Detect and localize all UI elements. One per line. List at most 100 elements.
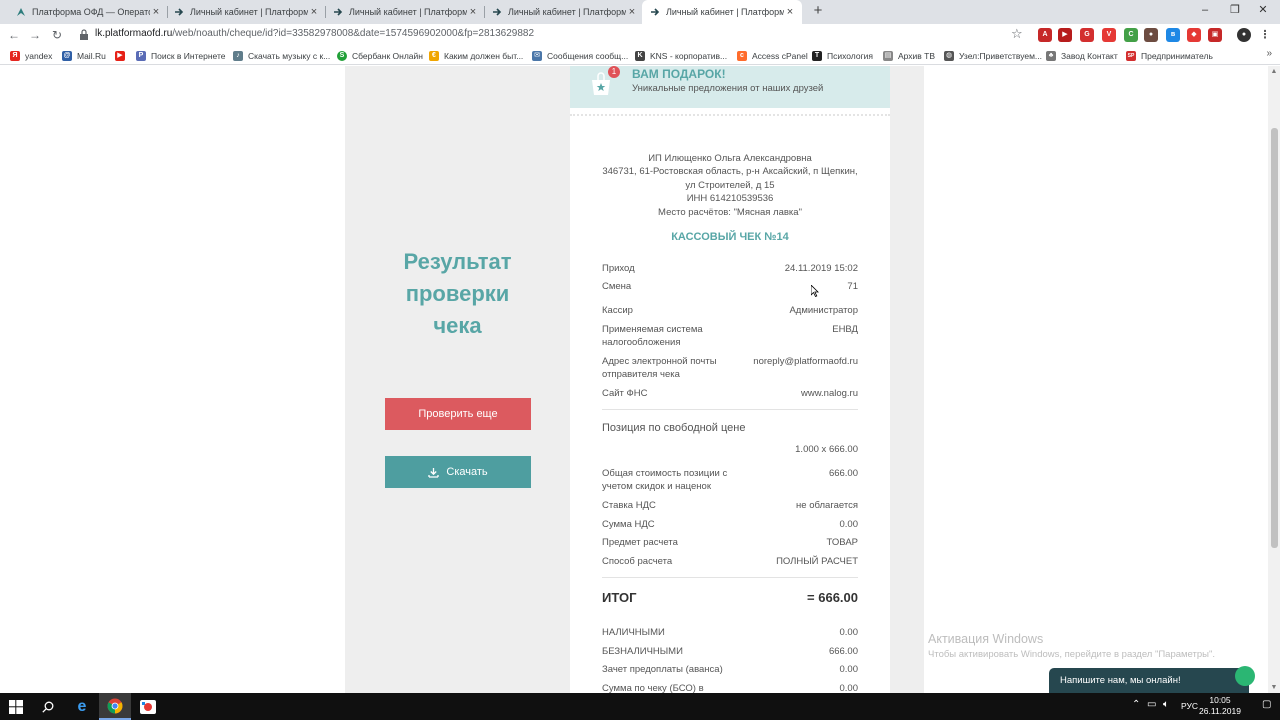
windows-activation-watermark: Активация Windows Чтобы активировать Win… (928, 632, 1215, 660)
minimize-button[interactable]: – (1188, 0, 1222, 24)
notifications-icon[interactable]: ▢ (1262, 699, 1271, 710)
bookmark-item[interactable]: K KNS - корпоратив... (635, 48, 727, 63)
volume-icon[interactable]: 🔈︎ (1163, 699, 1169, 710)
browser-toolbar: ← → ↻ lk.platformaofd.ru/web/noauth/cheq… (0, 24, 1280, 46)
receipt-row: НАЛИЧНЫМИ 0.00 (602, 627, 858, 638)
extension-icon[interactable]: ▣ (1208, 28, 1222, 42)
address-bar[interactable]: lk.platformaofd.ru/web/noauth/cheque/id?… (95, 28, 534, 39)
extension-icon[interactable]: ● (1144, 28, 1158, 42)
browser-tab[interactable]: Платформа ОФД — Оператор ф × (8, 0, 168, 24)
bookmark-item[interactable]: ▤ Архив ТВ (883, 48, 935, 63)
receipt-row: Сайт ФНС www.nalog.ru (602, 388, 858, 399)
bookmark-label: Mail.Ru (77, 50, 106, 61)
org-inn: ИНН 614210539536 (686, 193, 774, 205)
clock-date: 26.11.2019 (1199, 706, 1241, 716)
receipt-row: Предмет расчета ТОВАР (602, 537, 858, 548)
bookmark-item[interactable]: Яyandex (10, 48, 52, 63)
download-button[interactable]: Скачать (385, 456, 531, 488)
org-name: ИП Илющенко Ольга Александровна (648, 153, 812, 164)
divider (602, 409, 858, 410)
result-panel: Результат проверки чека Проверить еще Ск… (345, 66, 570, 693)
total-value: = 666.00 (807, 590, 858, 605)
search-icon[interactable] (32, 693, 64, 720)
bookmark-item[interactable]: SP Предприниматель (1126, 48, 1213, 63)
gift-banner[interactable]: 1 ВАМ ПОДАРОК! Уникальные предложения от… (570, 66, 890, 108)
total-label: ИТОГ (602, 590, 637, 605)
browser-tab[interactable]: Личный кабинет | Платформа О × (484, 0, 644, 24)
bookmark-item[interactable]: ♣ Завод Контакт (1046, 48, 1118, 63)
bookmark-label: Скачать музыку с к... (248, 50, 331, 61)
right-gutter (890, 66, 924, 693)
tab-close-icon[interactable]: × (626, 6, 638, 18)
bookmarks-more-icon[interactable]: » (1266, 48, 1272, 59)
menu-dots-icon[interactable]: ⋮ (1258, 28, 1272, 42)
tab-close-icon[interactable]: × (467, 6, 479, 18)
arrow-favicon-icon (651, 8, 660, 16)
title-line: Результат (403, 249, 512, 274)
internet-explorer-icon[interactable]: e (66, 693, 98, 720)
forward-icon[interactable]: → (27, 27, 43, 43)
reload-icon[interactable]: ↻ (49, 27, 65, 43)
tab-close-icon[interactable]: × (308, 6, 320, 18)
bookmark-item[interactable]: S Сбербанк Онлайн (337, 48, 423, 63)
profile-avatar-icon[interactable]: ● (1237, 28, 1251, 42)
receipt-row: БЕЗНАЛИЧНЫМИ 666.00 (602, 646, 858, 657)
position-quantity: 1.000 x 666.00 (795, 444, 858, 455)
bookmark-item[interactable]: T Психология (812, 48, 873, 63)
browser-tab[interactable]: Личный кабинет | Платформа О × (166, 0, 326, 24)
lock-icon (80, 29, 88, 40)
tab-close-icon[interactable]: × (150, 6, 162, 18)
windows-start-icon[interactable] (0, 693, 32, 720)
back-icon[interactable]: ← (6, 27, 22, 43)
bookmark-item[interactable]: ▶ (115, 48, 130, 63)
close-window-button[interactable]: ✕ (1246, 0, 1280, 24)
bookmark-item[interactable]: ◍ Узел:Приветствуем... (944, 48, 1042, 63)
chat-widget[interactable]: Напишите нам, мы онлайн! (1049, 666, 1255, 693)
org-address: ул Строителей, д 15 (685, 179, 775, 191)
extension-icon[interactable]: ◆ (1187, 28, 1201, 42)
media-app-icon[interactable] (132, 693, 164, 720)
taskbar-clock[interactable]: 10:05 26.11.2019 (1198, 695, 1242, 717)
tray-chevron-icon[interactable]: ⌃ (1132, 699, 1140, 710)
bookmark-item[interactable]: P Поиск в Интернете (136, 48, 226, 63)
network-icon[interactable]: ▭ (1147, 699, 1156, 710)
bookmark-label: Access cPanel (752, 50, 808, 61)
tab-title: Личный кабинет | Платформа О (508, 7, 626, 17)
bookmark-star-icon[interactable]: ☆ (1011, 26, 1023, 42)
extension-icon[interactable]: A (1038, 28, 1052, 42)
page-scrollbar[interactable]: ▲ ▼ (1268, 66, 1280, 693)
bookmark-item[interactable]: € Каким должен быт... (429, 48, 523, 63)
scroll-down-icon[interactable]: ▼ (1268, 684, 1280, 691)
extension-icon[interactable]: V (1102, 28, 1116, 42)
organization-info: ИП Илющенко Ольга Александровна 346731, … (590, 152, 870, 219)
receipt-row: Способ расчета ПОЛНЫЙ РАСЧЕТ (602, 556, 858, 567)
arrow-favicon-icon (334, 8, 343, 16)
language-indicator[interactable]: РУС (1181, 701, 1198, 711)
browser-tab-active[interactable]: Личный кабинет | Платформа О × (642, 0, 802, 24)
bookmark-item[interactable]: ✉ Сообщения сообщ... (532, 48, 628, 63)
chat-online-icon (1235, 666, 1255, 686)
receipt-row: Общая стоимость позиции с учетом скидок … (602, 468, 858, 492)
bookmark-item[interactable]: c Access cPanel (737, 48, 808, 63)
mouse-cursor-icon (811, 285, 819, 297)
scroll-up-icon[interactable]: ▲ (1268, 68, 1280, 75)
extension-icon[interactable]: в (1166, 28, 1180, 42)
new-tab-button[interactable]: + (810, 3, 826, 19)
bookmark-label: Архив ТВ (898, 50, 936, 61)
bookmark-item[interactable]: ♪ Скачать музыку с к... (233, 48, 330, 63)
extension-icon[interactable]: C (1124, 28, 1138, 42)
tab-title: Платформа ОФД — Оператор ф (32, 7, 150, 17)
euro-icon: € (429, 50, 439, 61)
button-label: Скачать (446, 466, 488, 478)
scrollbar-thumb[interactable] (1271, 128, 1278, 548)
extension-icon[interactable]: G (1080, 28, 1094, 42)
check-again-button[interactable]: Проверить еще (385, 398, 531, 430)
chrome-icon[interactable] (99, 693, 131, 720)
bookmark-item[interactable]: @ Mail.Ru (62, 48, 106, 63)
tab-close-icon[interactable]: × (784, 6, 796, 18)
browser-tab[interactable]: Личный кабинет | Платформа О × (325, 0, 485, 24)
extension-icon[interactable]: ▶ (1058, 28, 1072, 42)
bookmarks-bar: Яyandex @ Mail.Ru ▶ P Поиск в Интернете ♪ С… (0, 46, 1280, 65)
bookmark-label: Каким должен быт... (444, 50, 524, 61)
arrow-favicon-icon (175, 8, 184, 16)
